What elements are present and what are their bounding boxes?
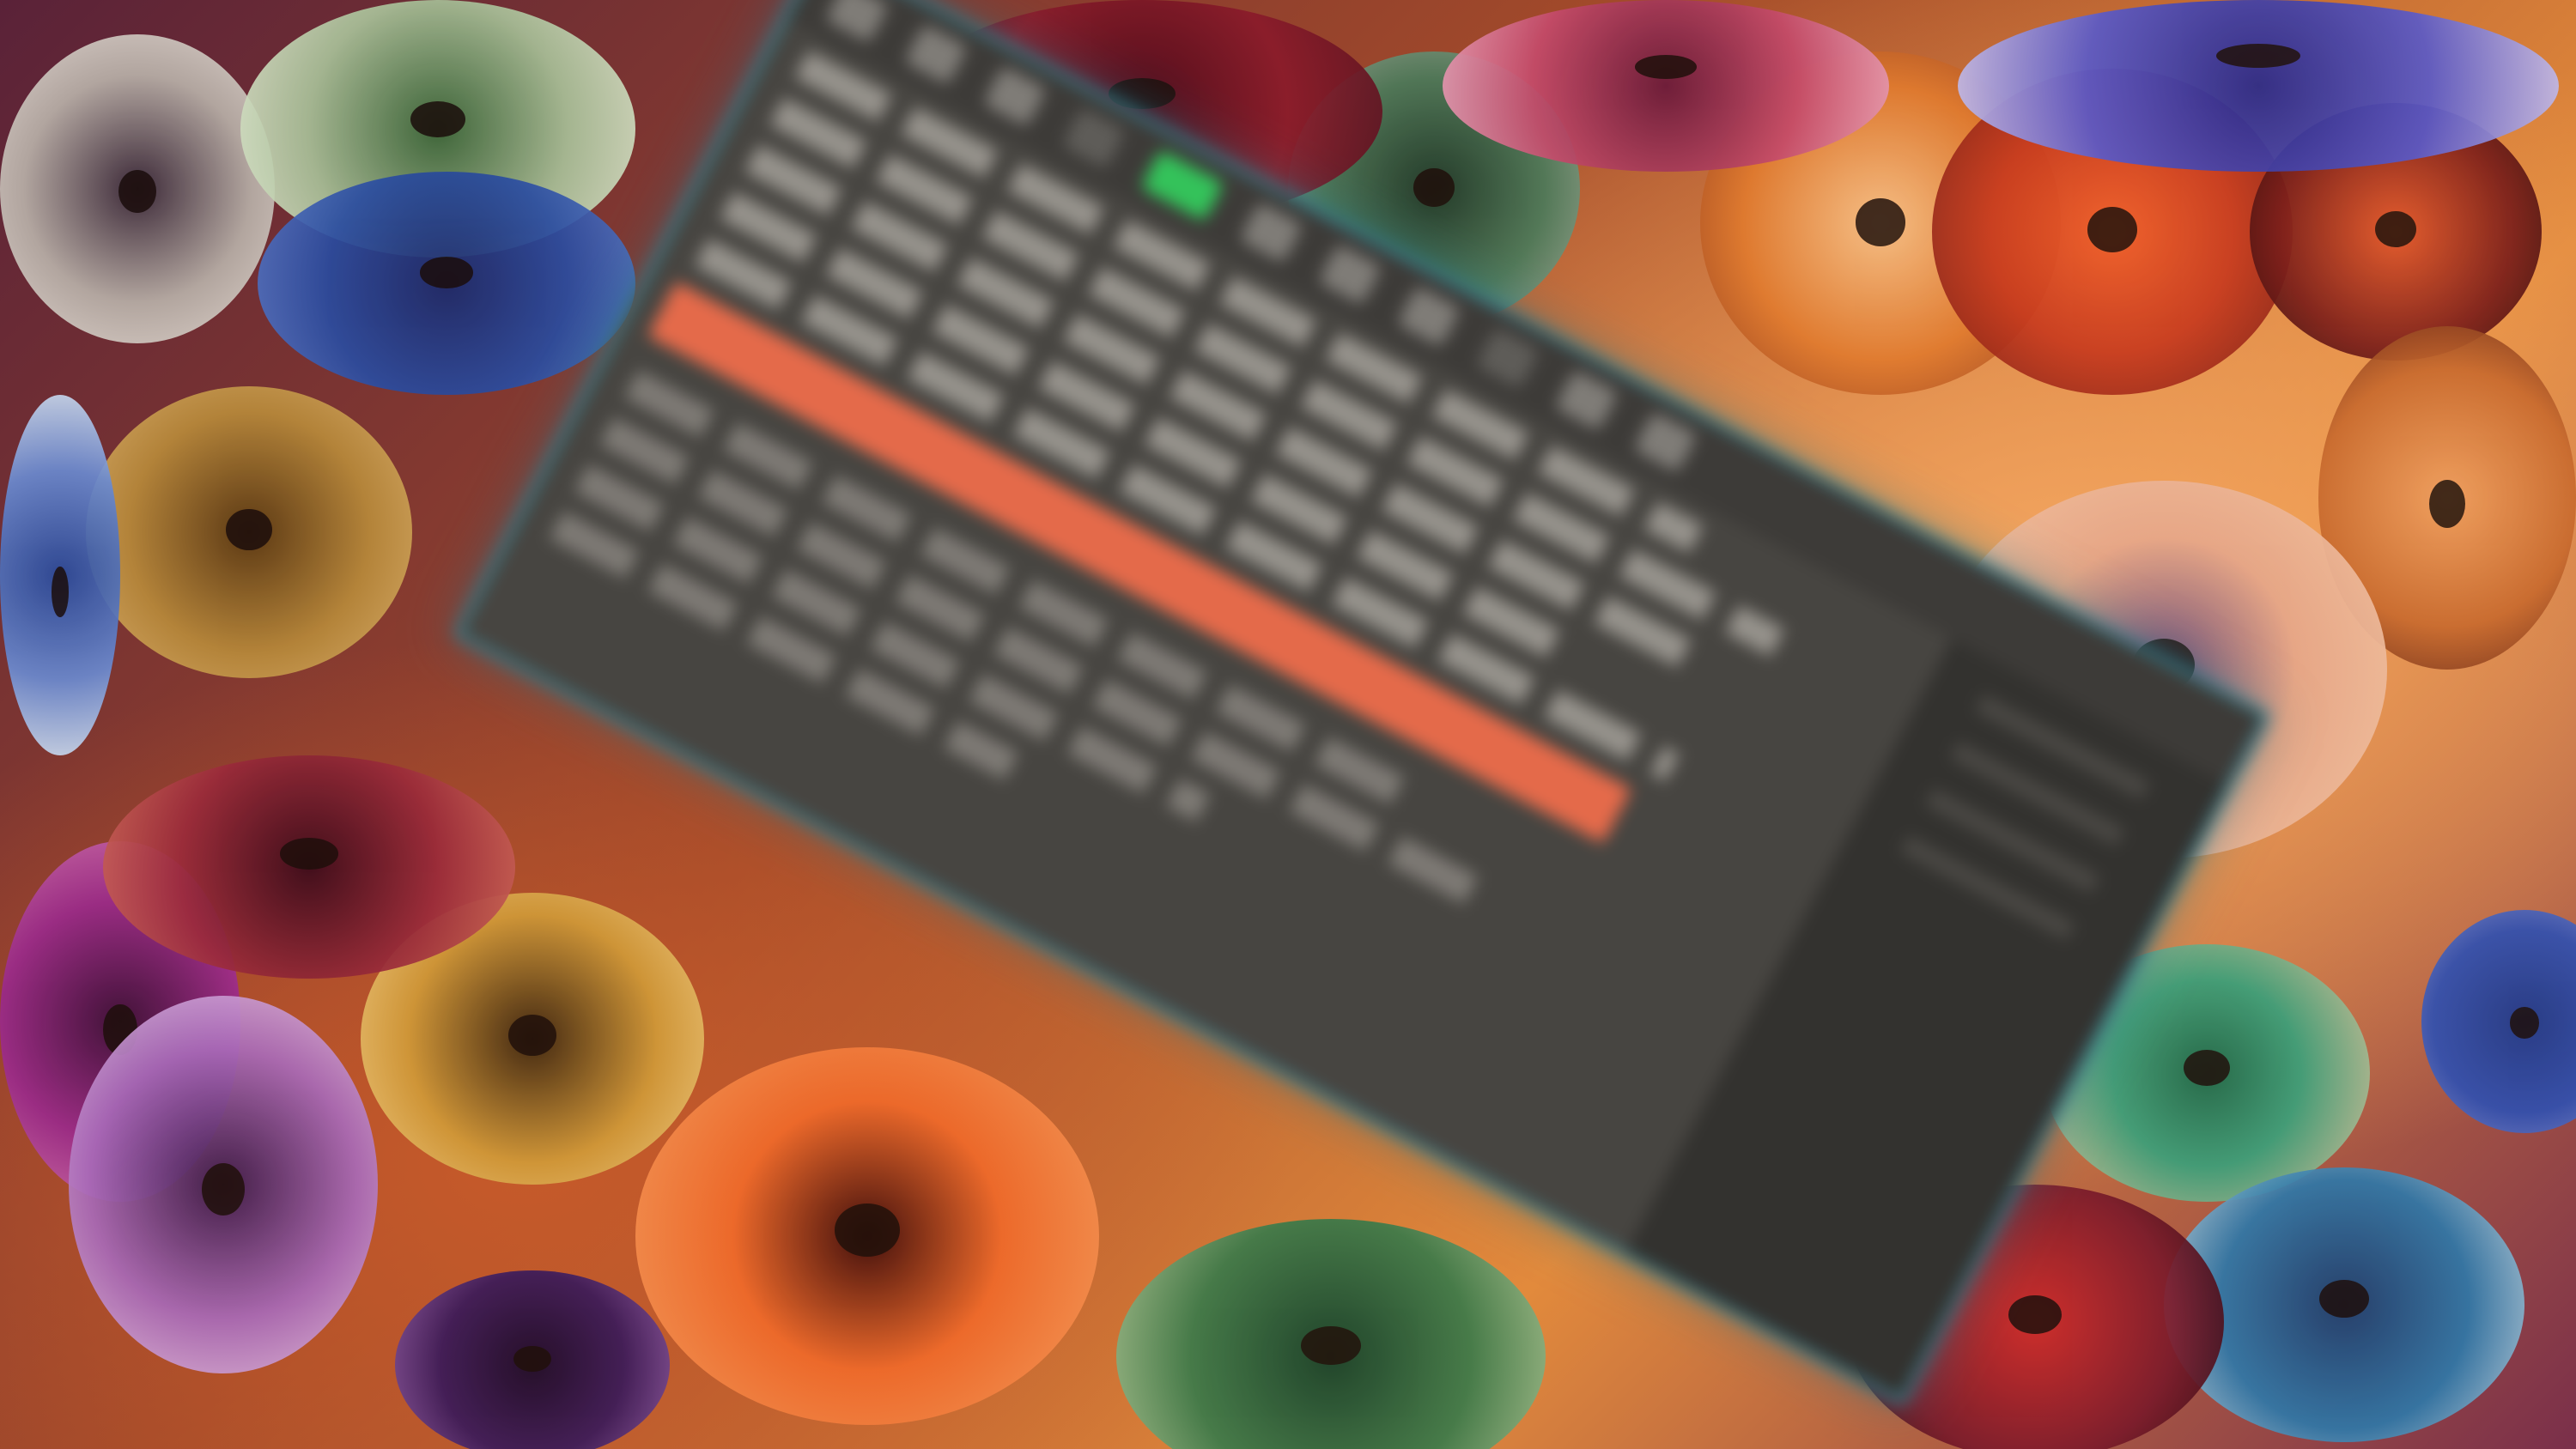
tool-icon-7[interactable] (1317, 244, 1382, 306)
glass-flower (1443, 0, 1889, 172)
glass-flower (0, 34, 275, 343)
glass-flower (1116, 1219, 1546, 1449)
glass-flower (103, 755, 515, 979)
tool-icon-3[interactable] (982, 65, 1048, 128)
glass-flower (395, 1270, 670, 1449)
tool-icon-1[interactable] (824, 0, 890, 44)
tool-icon-9[interactable] (1475, 327, 1540, 390)
glass-flower (258, 172, 635, 395)
tool-icon-10[interactable] (1554, 369, 1619, 432)
glass-flower (69, 996, 378, 1373)
tool-icon-2[interactable] (903, 23, 969, 86)
glass-flower (1958, 0, 2559, 172)
tool-icon-4[interactable] (1061, 107, 1127, 169)
tool-icon-8[interactable] (1396, 286, 1461, 348)
glass-flower (86, 386, 412, 678)
glass-flower (0, 395, 120, 755)
tool-icon-5[interactable] (1140, 149, 1224, 221)
screen (0, 0, 2576, 1449)
tool-icon-6[interactable] (1239, 202, 1303, 264)
tool-icon-11[interactable] (1633, 411, 1698, 473)
glass-flower (2421, 910, 2576, 1133)
glass-flower (635, 1047, 1099, 1425)
